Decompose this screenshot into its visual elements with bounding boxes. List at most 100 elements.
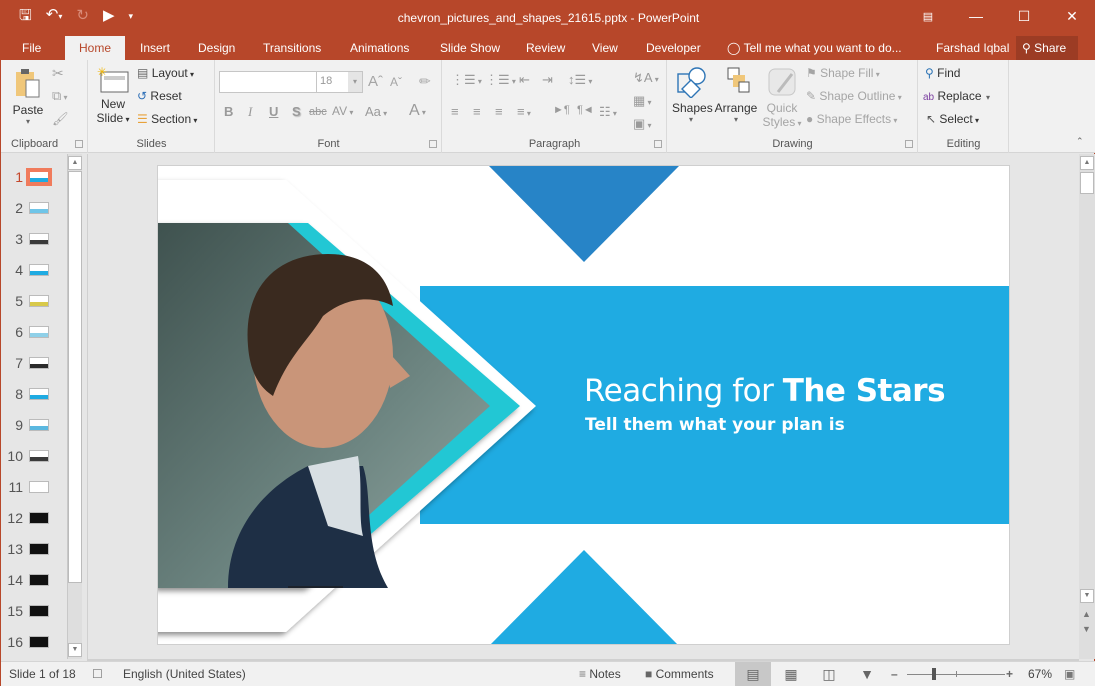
comments-button[interactable]: ■ Comments [645, 667, 714, 681]
user-name[interactable]: Farshad Iqbal [936, 36, 1009, 60]
notes-button[interactable]: ≡ Notes [579, 667, 621, 681]
thumbnails-scrollbar[interactable]: ▲ ▼ [67, 154, 82, 659]
numbering-icon[interactable]: ⋮☰ ▾ [485, 72, 516, 88]
tab-insert[interactable]: Insert [130, 36, 180, 60]
previous-slide-icon[interactable]: ▲ [1082, 609, 1091, 619]
line-spacing-icon[interactable]: ↕☰ ▾ [568, 72, 592, 88]
zoom-slider-thumb[interactable] [932, 668, 936, 680]
language-indicator[interactable]: English (United States) [123, 667, 246, 681]
slide-sorter-button[interactable]: ▦ [773, 662, 809, 686]
scroll-up-icon[interactable]: ▲ [1080, 156, 1094, 170]
slide-thumbnail[interactable]: 9 [1, 414, 67, 438]
tab-review[interactable]: Review [516, 36, 575, 60]
shape-effects-button[interactable]: ● Shape Effects ▾ [806, 112, 897, 126]
slide-thumbnail[interactable]: 5 [1, 290, 67, 314]
zoom-level[interactable]: 67% [1028, 667, 1052, 681]
tab-developer[interactable]: Developer [636, 36, 711, 60]
clipboard-launcher-icon[interactable] [75, 140, 83, 148]
clear-formatting-icon[interactable]: ✏ [419, 73, 431, 90]
tab-transitions[interactable]: Transitions [253, 36, 331, 60]
tab-view[interactable]: View [582, 36, 628, 60]
ribbon-display-options-icon[interactable]: ▤ [904, 0, 952, 32]
normal-view-button[interactable]: ▤ [735, 662, 771, 686]
align-center-icon[interactable]: ≡ [473, 104, 481, 119]
slide-thumbnail-image[interactable] [29, 295, 49, 307]
increase-font-size-icon[interactable]: Aˆ [368, 73, 383, 90]
text-shadow-button[interactable]: S [292, 104, 301, 119]
maximize-button[interactable]: ☐ [1000, 0, 1048, 32]
reset-button[interactable]: ↺ Reset [137, 89, 182, 103]
font-size-input[interactable]: 18 ▾ [316, 71, 363, 93]
share-button[interactable]: ⚲ Share [1016, 36, 1078, 60]
slide-thumbnail-image[interactable] [29, 450, 49, 462]
font-name-input[interactable]: ▾ [219, 71, 331, 93]
slide-thumbnail-image[interactable] [29, 233, 49, 245]
tab-file[interactable]: File [12, 36, 51, 60]
strikethrough-button[interactable]: abc [309, 106, 327, 118]
slide-thumbnail[interactable]: 11 [1, 476, 67, 500]
editor-scrollbar[interactable]: ▲ ▼ ▲ ▼ [1079, 154, 1095, 659]
shape-fill-button[interactable]: ⚑ Shape Fill ▾ [806, 66, 880, 80]
slide-thumbnail-image[interactable] [29, 574, 49, 586]
slide-thumbnail[interactable]: 13 [1, 538, 67, 562]
bullets-icon[interactable]: ⋮☰ ▾ [451, 72, 482, 88]
columns-icon[interactable]: ☷ ▾ [599, 104, 617, 120]
shape-outline-button[interactable]: ✎ Shape Outline ▾ [806, 89, 902, 103]
decrease-font-size-icon[interactable]: Aˇ [390, 75, 402, 89]
slide-thumbnail[interactable]: 6 [1, 321, 67, 345]
ltr-icon[interactable]: ►¶ [553, 104, 570, 116]
scroll-down-icon[interactable]: ▼ [68, 643, 82, 657]
slide-thumbnail-image[interactable] [29, 357, 49, 369]
decrease-indent-icon[interactable]: ⇤ [519, 72, 530, 88]
fit-to-window-icon[interactable]: ▣ [1064, 667, 1075, 681]
reading-view-button[interactable]: ◫ [811, 662, 847, 686]
slide-thumbnail[interactable]: 7 [1, 352, 67, 376]
tab-design[interactable]: Design [188, 36, 245, 60]
slide-thumbnail-image[interactable] [29, 481, 49, 493]
minimize-button[interactable]: — [952, 0, 1000, 32]
scrollbar-thumb[interactable] [68, 171, 82, 583]
tab-slide-show[interactable]: Slide Show [430, 36, 510, 60]
slide-thumbnail[interactable]: 12 [1, 507, 67, 531]
convert-to-smartart-icon[interactable]: ▣ ▾ [633, 116, 652, 132]
scroll-down-icon[interactable]: ▼ [1080, 589, 1094, 603]
slide-thumbnail[interactable]: 8 [1, 383, 67, 407]
slide-thumbnail[interactable]: 14 [1, 569, 67, 593]
find-button[interactable]: ⚲ Find [925, 66, 960, 80]
paragraph-launcher-icon[interactable] [654, 140, 662, 148]
italic-button[interactable]: I [248, 104, 252, 120]
slide-thumbnail[interactable]: 1 [1, 166, 67, 190]
slide-thumbnail-image[interactable] [29, 543, 49, 555]
align-right-icon[interactable]: ≡ [495, 104, 503, 119]
character-spacing-button[interactable]: AV ▾ [332, 104, 353, 118]
cut-icon[interactable]: ✂ [52, 65, 64, 82]
slide-thumbnail-image[interactable] [29, 388, 49, 400]
replace-button[interactable]: ab Replace ▾ [923, 89, 990, 103]
rtl-icon[interactable]: ¶◄ [577, 104, 594, 116]
slide-thumbnail[interactable]: 4 [1, 259, 67, 283]
scroll-up-icon[interactable]: ▲ [68, 156, 82, 170]
align-left-icon[interactable]: ≡ [451, 104, 459, 119]
bottom-triangle-shape[interactable] [489, 550, 679, 645]
tell-me-search[interactable]: ◯ Tell me what you want to do... [727, 36, 902, 60]
arrange-button[interactable]: Arrange ▾ [714, 66, 758, 124]
section-button[interactable]: ☰ Section ▾ [137, 112, 197, 126]
font-color-button[interactable]: A ▾ [409, 102, 426, 120]
new-slide-button[interactable]: ✳ New Slide ▾ [95, 65, 131, 125]
change-case-button[interactable]: Aa ▾ [365, 104, 387, 119]
align-text-icon[interactable]: ▦ ▾ [633, 93, 652, 109]
slide-thumbnail-image[interactable] [29, 202, 49, 214]
close-button[interactable]: ✕ [1048, 0, 1095, 32]
slide-show-button[interactable]: ▼ [849, 662, 885, 686]
font-size-dropdown-icon[interactable]: ▾ [348, 72, 362, 92]
next-slide-icon[interactable]: ▼ [1082, 624, 1091, 634]
slide-thumbnail-image[interactable] [29, 605, 49, 617]
top-triangle-shape[interactable] [489, 166, 679, 262]
slide-canvas[interactable]: Reaching for The Stars Tell them what yo… [157, 165, 1010, 645]
shapes-button[interactable]: Shapes ▾ [672, 66, 713, 124]
scrollbar-thumb[interactable] [1080, 172, 1094, 194]
slide-thumbnail[interactable]: 15 [1, 600, 67, 624]
underline-button[interactable]: U [269, 104, 278, 119]
slide-thumbnail[interactable]: 3 [1, 228, 67, 252]
slide-subtitle[interactable]: Tell them what your plan is [585, 415, 845, 435]
